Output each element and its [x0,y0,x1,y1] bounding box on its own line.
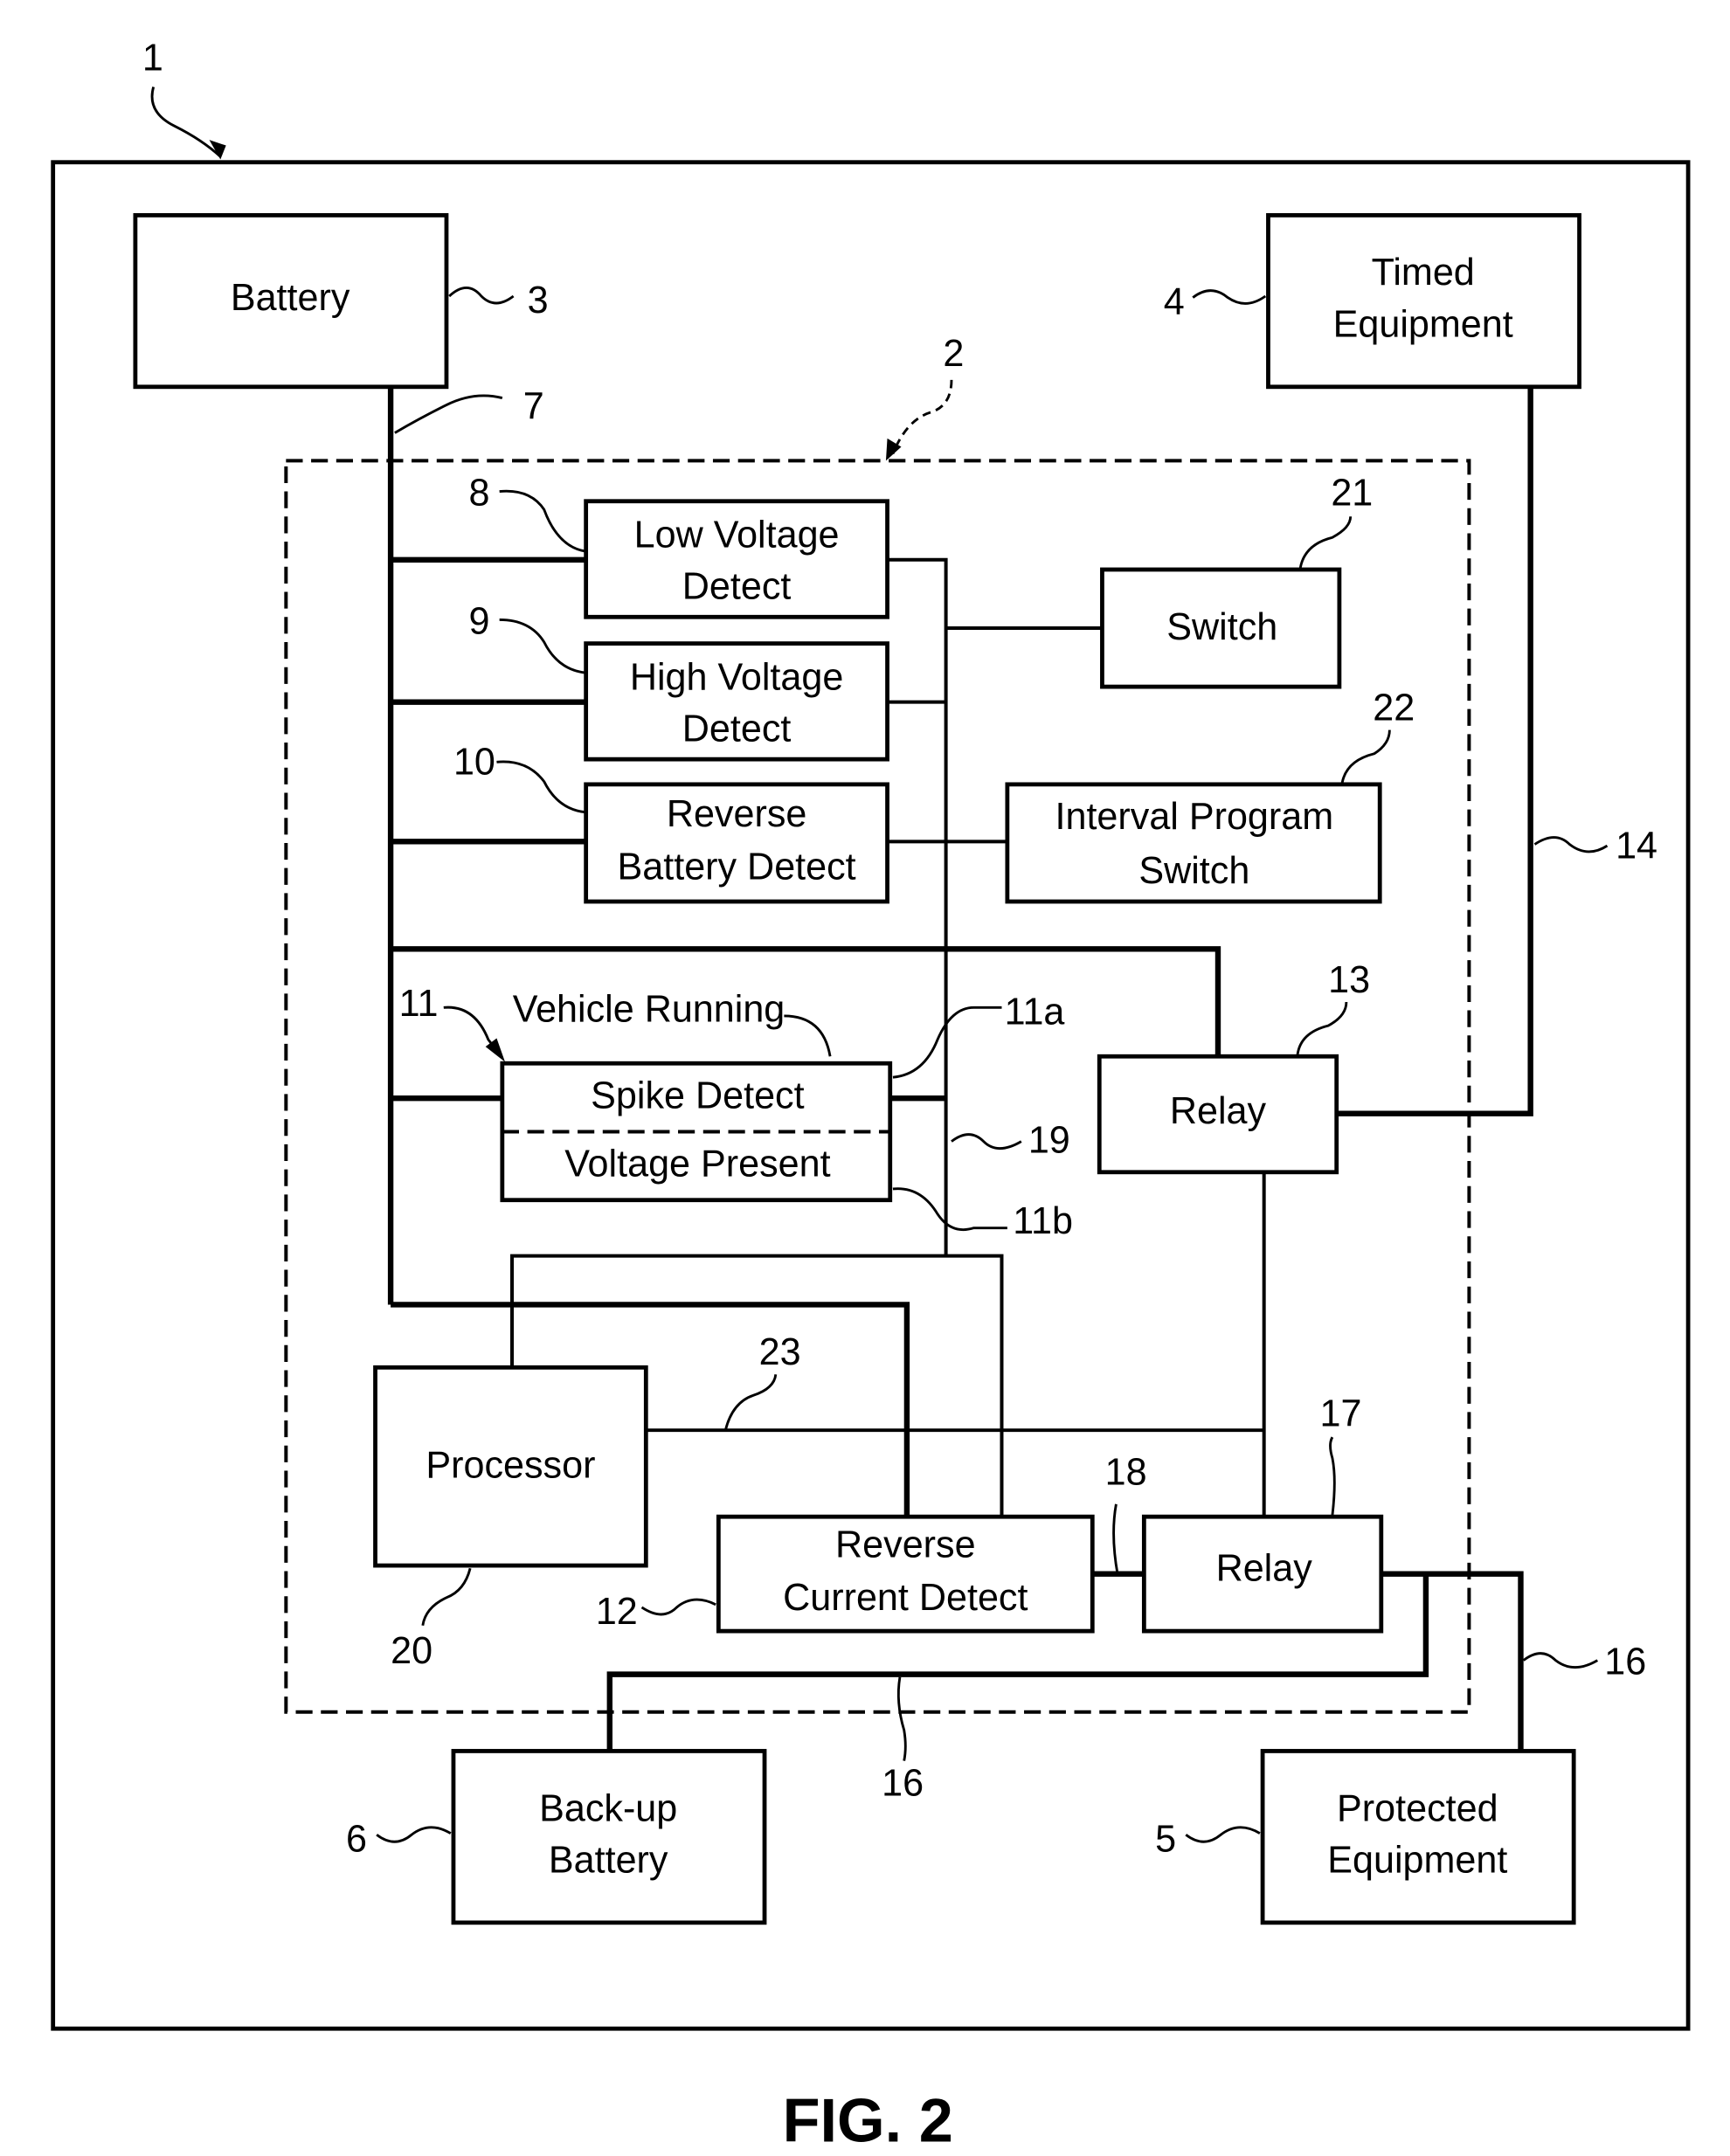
ref-8-leader [499,489,586,553]
ref-11a: 11a [1005,992,1065,1033]
ref-8: 8 [469,473,490,515]
ref-16a-leader [896,1676,907,1761]
reverse-current-label-2: Current Detect [783,1577,1028,1619]
ref-21-leader [1298,516,1353,569]
ref-10-leader [496,760,586,814]
high-voltage-label-1: High Voltage [630,656,843,698]
ref-5: 5 [1155,1818,1176,1860]
ref-18: 18 [1105,1451,1147,1493]
reverse-current-detect-block: Reverse Current Detect [716,1514,1095,1634]
battery-block: Battery [133,213,449,390]
ref-21: 21 [1331,473,1373,515]
ref-14: 14 [1616,826,1657,867]
switch-block: Switch [1100,567,1342,689]
ref-19-leader [951,1133,1022,1151]
reverse-battery-label-1: Reverse [667,793,807,835]
ref-4-leader [1192,289,1267,305]
vehicle-running-label: Vehicle Running [513,988,785,1030]
processor-block: Processor [373,1365,648,1568]
ref-14-leader [1533,836,1609,853]
ref-23-leader [723,1374,778,1431]
ref-7-leader [394,394,503,434]
ref-9-leader [499,618,586,674]
ref-20-leader [421,1567,472,1627]
ref-5-leader [1185,1826,1261,1843]
ref-23: 23 [759,1331,801,1373]
vehicle-running-block: Spike Detect Voltage Present [500,1061,893,1203]
ref-11: 11 [399,983,439,1025]
interval-program-switch-block: Interval Program Switch [1005,782,1382,904]
timed-equipment-label-1: Timed [1372,252,1475,294]
vehicle-running-leader [784,1014,832,1057]
ref-1: 1 [142,37,163,79]
ref-4: 4 [1164,281,1185,323]
backup-battery-label-2: Battery [549,1839,668,1881]
wire-19-bus [887,557,948,1256]
ref-13-leader [1296,1001,1348,1055]
spike-detect-label: Spike Detect [591,1075,804,1116]
ref-3-leader [448,287,515,305]
timed-equipment-label-2: Equipment [1333,303,1513,345]
ref-7: 7 [523,386,544,428]
ref-16a: 16 [882,1763,924,1805]
relay-17-block: Relay [1141,1514,1384,1634]
high-voltage-detect-block: High Voltage Detect [584,641,889,762]
ref-12: 12 [596,1591,638,1633]
relay-17-label: Relay [1216,1548,1313,1590]
ref-22-leader [1340,729,1391,784]
reverse-current-label-1: Reverse [835,1524,976,1565]
high-voltage-label-2: Detect [682,708,792,750]
battery-label: Battery [231,277,350,319]
ref-1-leader [150,86,222,158]
ref-9: 9 [469,600,490,642]
ref-11b: 11b [1013,1200,1073,1242]
wire-16-protected [1381,1571,1524,1752]
ref-6-leader [376,1826,452,1843]
figure-caption: FIG. 2 [783,2086,953,2155]
block-diagram: 1 2 Battery 3 Timed Equipment 4 7 Low Vo… [51,37,1691,2155]
reverse-battery-detect-block: Reverse Battery Detect [584,782,889,904]
ref-22: 22 [1373,687,1415,729]
relay-13-block: Relay [1097,1054,1339,1175]
low-voltage-detect-block: Low Voltage Detect [584,499,889,619]
ref-16b-leader [1522,1652,1599,1669]
ref-16b: 16 [1604,1641,1646,1683]
ref-17-leader [1329,1436,1336,1516]
ref-6: 6 [346,1818,367,1860]
ref-2-leader [891,379,953,454]
ref-20: 20 [391,1630,432,1672]
processor-label: Processor [426,1444,595,1486]
ref-18-leader [1112,1503,1119,1574]
switch-label: Switch [1166,606,1277,648]
backup-battery-label-1: Back-up [539,1787,677,1829]
ref-13: 13 [1328,959,1370,1001]
ref-3: 3 [528,280,549,321]
reverse-battery-label-2: Battery Detect [618,846,856,888]
low-voltage-label-2: Detect [682,566,792,608]
ref-19: 19 [1028,1119,1070,1161]
low-voltage-label-1: Low Voltage [634,514,840,556]
interval-program-label-1: Interval Program [1055,796,1334,838]
ref-10: 10 [453,742,495,784]
ref-12-leader [640,1598,716,1616]
protected-equipment-label-1: Protected [1337,1787,1498,1829]
protected-equipment-label-2: Equipment [1327,1839,1507,1881]
backup-battery-block: Back-up Battery [451,1749,767,1925]
relay-13-label: Relay [1170,1090,1267,1132]
interval-program-label-2: Switch [1138,850,1249,892]
ref-17: 17 [1320,1392,1362,1434]
ref-11b-leader [892,1187,1007,1232]
protected-equipment-block: Protected Equipment [1260,1749,1576,1925]
ref-2: 2 [943,333,964,375]
voltage-present-label: Voltage Present [564,1144,830,1185]
timed-equipment-block: Timed Equipment [1266,213,1581,390]
